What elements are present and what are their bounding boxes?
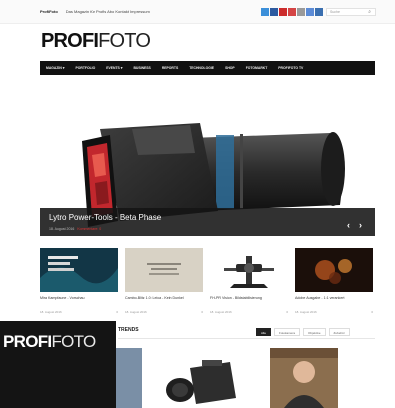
thumbnail-card[interactable]: FH-PR Vision - Bildstabilisierung 18. Au… [210,248,288,314]
thumbnail-date: 18. August 2016 [210,310,232,314]
nav-item-fotomarkt[interactable]: FOTOMARKT [246,66,268,70]
hero-tag[interactable]: Kommentare: 0 [77,227,101,231]
top-links: ProfiFoto Das Magazin für Profis Abo Kon… [40,9,150,14]
hero-date: 18. August 2016 [49,227,75,231]
section-title: TRENDS [118,327,139,333]
article-image-1[interactable] [116,348,142,408]
tab-objektive[interactable]: Objektive [303,328,326,336]
thumbnail-row: Mira Kampfaune - Vorschau 18. August 201… [40,248,375,314]
nav-item-reports[interactable]: REPORTS [162,66,178,70]
thumbnail-card[interactable]: Mira Kampfaune - Vorschau 18. August 201… [40,248,118,314]
tab-alle[interactable]: Alle [256,328,272,336]
article-image-3[interactable] [270,348,338,408]
main-nav: MAGAZIN ▾ PORTFOLIO EVENTS ▾ BUSINESS RE… [40,61,375,75]
top-bar: ProfiFoto Das Magazin für Profis Abo Kon… [0,0,395,24]
magazine-cover[interactable]: PROFIFOTO [0,321,116,408]
magazine-logo-regular: FOTO [51,332,96,351]
slider-next-button[interactable]: › [359,220,362,230]
nav-item-shop[interactable]: SHOP [225,66,235,70]
hero-meta: 18. August 2016 Kommentare: 0 [49,227,101,231]
thumbnail-image[interactable] [295,248,373,292]
thumbnail-meta: 18. August 2016 0 [125,310,203,314]
top-tagline[interactable]: Das Magazin für Profis Abo Kontakt Impre… [66,9,150,14]
thumbnail-card[interactable]: Adobe Ausgabe - 1:1 verankert 18. August… [295,248,373,314]
thumbnail-image[interactable] [125,248,203,292]
magazine-logo: PROFIFOTO [3,333,96,350]
thumbnail-caption[interactable]: Adobe Ausgabe - 1:1 verankert [295,296,373,304]
search-placeholder: Suche [330,10,340,14]
hero-slider[interactable]: Lytro Power-Tools - Beta Phase 18. Augus… [40,93,375,236]
magazine-logo-bold: PROFI [3,332,52,351]
thumbnail-caption[interactable]: Mira Kampfaune - Vorschau [40,296,118,304]
search-input[interactable]: Suche ⌕ [326,8,376,16]
nav-item-magazin[interactable]: MAGAZIN ▾ [46,66,64,70]
instagram-icon[interactable] [297,8,305,16]
slider-prev-button[interactable]: ‹ [347,220,350,230]
thumbnail-date: 18. August 2016 [125,310,147,314]
thumbnail-meta: 18. August 2016 0 [210,310,288,314]
thumbnail-date: 18. August 2016 [295,310,317,314]
comment-count: 0 [286,310,288,314]
section-divider [118,338,375,339]
article-image-2[interactable] [150,348,260,408]
comment-count: 0 [201,310,203,314]
nav-item-events[interactable]: EVENTS ▾ [106,66,122,70]
thumbnail-caption[interactable]: FH-PR Vision - Bildstabilisierung [210,296,288,304]
tab-fotokamera[interactable]: Fotokamera [274,328,301,336]
hero-title[interactable]: Lytro Power-Tools - Beta Phase [49,213,161,222]
hero-caption: Lytro Power-Tools - Beta Phase 18. Augus… [40,208,375,236]
thumbnail-date: 18. August 2016 [40,310,62,314]
pinterest-icon[interactable] [288,8,296,16]
twitter-icon[interactable] [270,8,278,16]
section-tabs: Alle Fotokamera Objektive Zubehör [256,328,350,336]
thumbnail-caption[interactable]: Cambo-Blitz 1.0: Leica - Kein Dunkel [125,296,203,304]
search-icon[interactable]: ⌕ [368,9,371,16]
thumbnail-meta: 18. August 2016 0 [295,310,373,314]
nav-item-profifoto-tv[interactable]: PROFIFOTO TV [278,66,303,70]
thumbnail-card[interactable]: Cambo-Blitz 1.0: Leica - Kein Dunkel 18.… [125,248,203,314]
tab-zubehoer[interactable]: Zubehör [328,328,350,336]
thumbnail-image[interactable] [40,248,118,292]
nav-item-portfolio[interactable]: PORTFOLIO [75,66,95,70]
social-icons [261,8,323,16]
site-logo[interactable]: PROFIFOTO [41,30,151,52]
comment-count: 0 [371,310,373,314]
thumbnail-image[interactable] [210,248,288,292]
site-name[interactable]: ProfiFoto [40,9,58,14]
comment-count: 0 [116,310,118,314]
logo-bold: PROFI [41,30,99,52]
nav-item-business[interactable]: BUSINESS [133,66,150,70]
logo-regular: FOTO [98,30,151,52]
facebook-icon[interactable] [261,8,269,16]
linkedin-icon[interactable] [306,8,314,16]
nav-item-technologie[interactable]: TECHNOLOGIE [189,66,214,70]
youtube-icon[interactable] [279,8,287,16]
rss-icon[interactable] [315,8,323,16]
thumbnail-meta: 18. August 2016 0 [40,310,118,314]
